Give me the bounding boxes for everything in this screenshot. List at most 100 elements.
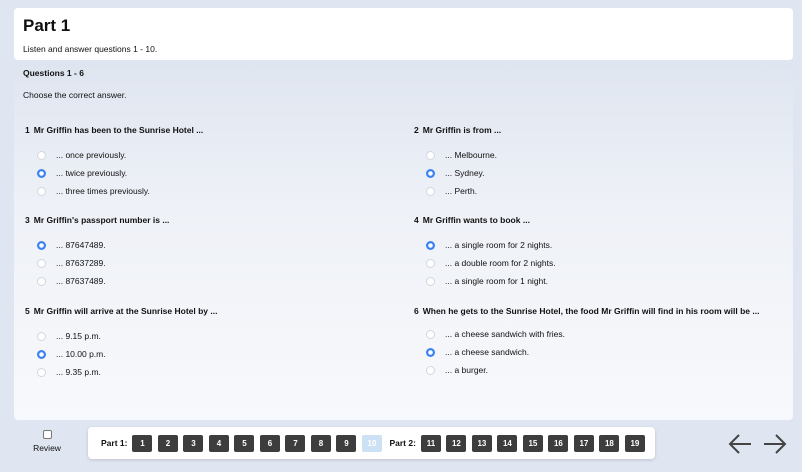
radio-unselected-icon[interactable] <box>426 258 435 268</box>
radio-unselected-icon[interactable] <box>37 258 46 268</box>
part2-nav-label: Part 2: <box>389 438 416 448</box>
answer-option[interactable]: ... twice previously. <box>25 164 395 182</box>
option-label: ... 9.35 p.m. <box>56 367 101 377</box>
radio-selected-icon[interactable] <box>37 168 46 178</box>
question-nav-button-14[interactable]: 14 <box>497 434 518 452</box>
question-panel: Questions 1 - 6 Choose the correct answe… <box>14 63 793 420</box>
option-label: ... three times previously. <box>56 186 150 196</box>
question-number: 2 <box>414 125 419 135</box>
answer-option[interactable]: ... 9.15 p.m. <box>25 327 395 345</box>
radio-unselected-icon[interactable] <box>426 150 435 160</box>
review-checkbox[interactable] <box>42 430 52 439</box>
answer-option[interactable]: ... 87637289. <box>25 254 395 272</box>
question-nav-button-10[interactable]: 10 <box>361 434 382 452</box>
question-text: 1 Mr Griffin has been to the Sunrise Hote… <box>25 124 395 137</box>
answer-option[interactable]: ... Melbourne. <box>414 146 784 164</box>
answer-option[interactable]: ... three times previously. <box>25 182 395 200</box>
question-number: 5 <box>25 306 30 316</box>
answer-option[interactable]: ... a burger. <box>414 361 784 379</box>
question-nav-button-8[interactable]: 8 <box>310 434 331 452</box>
question-1: 1 Mr Griffin has been to the Sunrise Hote… <box>25 124 395 200</box>
radio-selected-icon[interactable] <box>426 240 435 250</box>
question-nav-button-6[interactable]: 6 <box>259 434 280 452</box>
radio-unselected-icon[interactable] <box>426 276 435 286</box>
option-label: ... a double room for 2 nights. <box>445 258 556 268</box>
question-nav-button-1[interactable]: 1 <box>132 434 153 452</box>
review-toggle[interactable]: Review <box>30 430 64 453</box>
question-prompt: Mr Griffin is from ... <box>422 125 502 135</box>
question-prompt: Mr Griffin wants to book ... <box>422 215 530 225</box>
radio-selected-icon[interactable] <box>426 168 435 178</box>
option-label: ... 87637289. <box>56 258 106 268</box>
question-nav-button-18[interactable]: 18 <box>599 434 620 452</box>
radio-selected-icon[interactable] <box>426 347 435 357</box>
question-nav-button-3[interactable]: 3 <box>183 434 204 452</box>
arrow-right-icon <box>764 434 787 454</box>
question-text: 5 Mr Griffin will arrive at the Sunrise H… <box>25 305 395 318</box>
next-button[interactable] <box>761 430 789 458</box>
answer-option[interactable]: ... 87647489. <box>25 236 395 254</box>
questions-range: Questions 1 - 6 <box>23 68 84 78</box>
answer-option[interactable]: ... 10.00 p.m. <box>25 345 395 363</box>
radio-unselected-icon[interactable] <box>37 186 46 196</box>
radio-unselected-icon[interactable] <box>426 186 435 196</box>
question-text: 4 Mr Griffin wants to book ... <box>414 214 784 227</box>
radio-unselected-icon[interactable] <box>426 365 435 375</box>
option-label: ... a single room for 2 nights. <box>445 240 553 250</box>
radio-selected-icon[interactable] <box>37 240 46 250</box>
question-nav-button-5[interactable]: 5 <box>234 434 255 452</box>
answer-option[interactable]: ... a cheese sandwich. <box>414 343 784 361</box>
option-label: ... 87637489. <box>56 276 106 286</box>
answer-option[interactable]: ... 9.35 p.m. <box>25 363 395 381</box>
radio-unselected-icon[interactable] <box>37 150 46 160</box>
option-label: ... 87647489. <box>56 240 106 250</box>
question-nav-button-7[interactable]: 7 <box>285 434 306 452</box>
option-label: ... a burger. <box>445 365 488 375</box>
arrow-left-icon <box>728 434 751 454</box>
option-label: ... a cheese sandwich. <box>445 347 530 357</box>
question-nav-button-15[interactable]: 15 <box>522 434 543 452</box>
question-number: 3 <box>25 215 30 225</box>
answer-option[interactable]: ... once previously. <box>25 146 395 164</box>
option-label: ... Melbourne. <box>445 150 497 160</box>
question-nav-button-2[interactable]: 2 <box>157 434 178 452</box>
question-text: 2 Mr Griffin is from ... <box>414 124 784 137</box>
radio-unselected-icon[interactable] <box>37 367 46 377</box>
radio-unselected-icon[interactable] <box>426 329 435 339</box>
part-instructions: Listen and answer questions 1 - 10. <box>23 44 158 54</box>
question-number: 4 <box>414 215 419 225</box>
radio-selected-icon[interactable] <box>37 349 46 359</box>
option-label: ... twice previously. <box>56 168 128 178</box>
answer-option[interactable]: ... Perth. <box>414 182 784 200</box>
question-nav-button-17[interactable]: 17 <box>573 434 594 452</box>
question-nav-button-11[interactable]: 11 <box>420 434 441 452</box>
answer-option[interactable]: ... 87637489. <box>25 272 395 290</box>
question-nav-button-16[interactable]: 16 <box>548 434 569 452</box>
question-number: 6 <box>414 306 419 316</box>
option-label: ... 10.00 p.m. <box>56 349 106 359</box>
part1-nav-label: Part 1: <box>101 438 128 448</box>
radio-unselected-icon[interactable] <box>37 331 46 341</box>
question-nav-button-19[interactable]: 19 <box>624 434 645 452</box>
previous-button[interactable] <box>726 430 754 458</box>
question-text: 3 Mr Griffin's passport number is ... <box>25 214 395 227</box>
option-label: ... once previously. <box>56 150 127 160</box>
question-nav-button-12[interactable]: 12 <box>446 434 467 452</box>
answer-option[interactable]: ... a single room for 2 nights. <box>414 236 784 254</box>
question-5: 5 Mr Griffin will arrive at the Sunrise H… <box>25 305 395 381</box>
question-4: 4 Mr Griffin wants to book ... ... a singl… <box>414 214 784 290</box>
question-prompt: Mr Griffin's passport number is ... <box>33 215 170 225</box>
radio-unselected-icon[interactable] <box>37 276 46 286</box>
answer-option[interactable]: ... Sydney. <box>414 164 784 182</box>
question-2: 2 Mr Griffin is from ... ... Melbourne....… <box>414 124 784 200</box>
question-nav-button-13[interactable]: 13 <box>471 434 492 452</box>
answer-option[interactable]: ... a single room for 1 night. <box>414 272 784 290</box>
question-nav-button-9[interactable]: 9 <box>336 434 357 452</box>
answer-option[interactable]: ... a cheese sandwich with fries. <box>414 325 784 343</box>
answer-option[interactable]: ... a double room for 2 nights. <box>414 254 784 272</box>
question-nav-button-4[interactable]: 4 <box>208 434 229 452</box>
question-text: 6 When he gets to the Sunrise Hotel, the … <box>414 305 784 318</box>
question-6: 6 When he gets to the Sunrise Hotel, the … <box>414 305 784 379</box>
part-header: Part 1 Listen and answer questions 1 - 1… <box>14 8 793 60</box>
part-title: Part 1 <box>23 16 71 35</box>
